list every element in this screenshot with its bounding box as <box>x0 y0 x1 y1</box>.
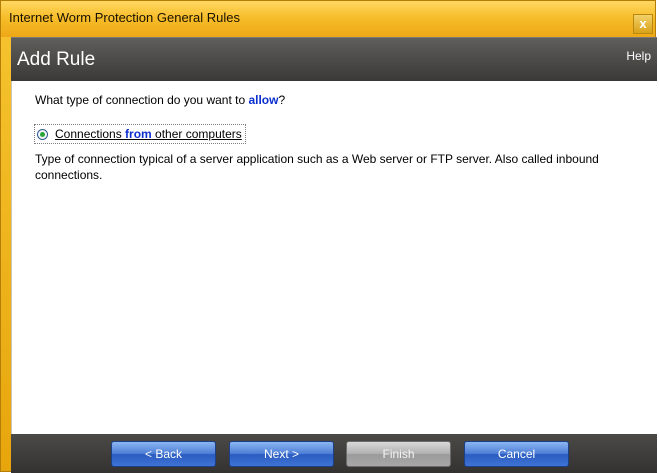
dialog-window: Internet Worm Protection General Rules x… <box>0 0 657 473</box>
question-suffix: ? <box>278 93 286 107</box>
window-title: Internet Worm Protection General Rules <box>9 10 240 25</box>
question-prefix: What type of connection do you want to <box>35 93 249 107</box>
wizard-content: What type of connection do you want to a… <box>11 81 657 434</box>
wizard-header: Add Rule Help <box>11 37 657 81</box>
title-bar[interactable]: Internet Worm Protection General Rules x <box>1 1 655 37</box>
option-label-suffix: other computers <box>151 127 242 141</box>
question-keyword: allow <box>248 93 279 107</box>
close-icon[interactable]: x <box>633 14 653 34</box>
next-button[interactable]: Next > <box>229 441 334 467</box>
back-button[interactable]: < Back <box>111 441 216 467</box>
cancel-button[interactable]: Cancel <box>464 441 569 467</box>
option-label-prefix: Connections <box>55 127 126 141</box>
finish-button[interactable]: Finish <box>346 441 451 467</box>
option-description: Type of connection typical of a server a… <box>35 152 599 182</box>
wizard-footer: < Back Next > Finish Cancel <box>11 434 657 473</box>
radio-selected-icon[interactable] <box>37 128 48 140</box>
radio-dot <box>40 131 45 137</box>
connection-option-radio[interactable]: Connections from other computers <box>34 124 246 144</box>
page-title: Add Rule <box>17 49 96 70</box>
connection-option-label[interactable]: Connections from other computers <box>55 127 242 141</box>
question-text: What type of connection do you want to a… <box>35 93 285 107</box>
help-link[interactable]: Help <box>626 49 651 63</box>
option-label-keyword: from <box>125 127 152 141</box>
